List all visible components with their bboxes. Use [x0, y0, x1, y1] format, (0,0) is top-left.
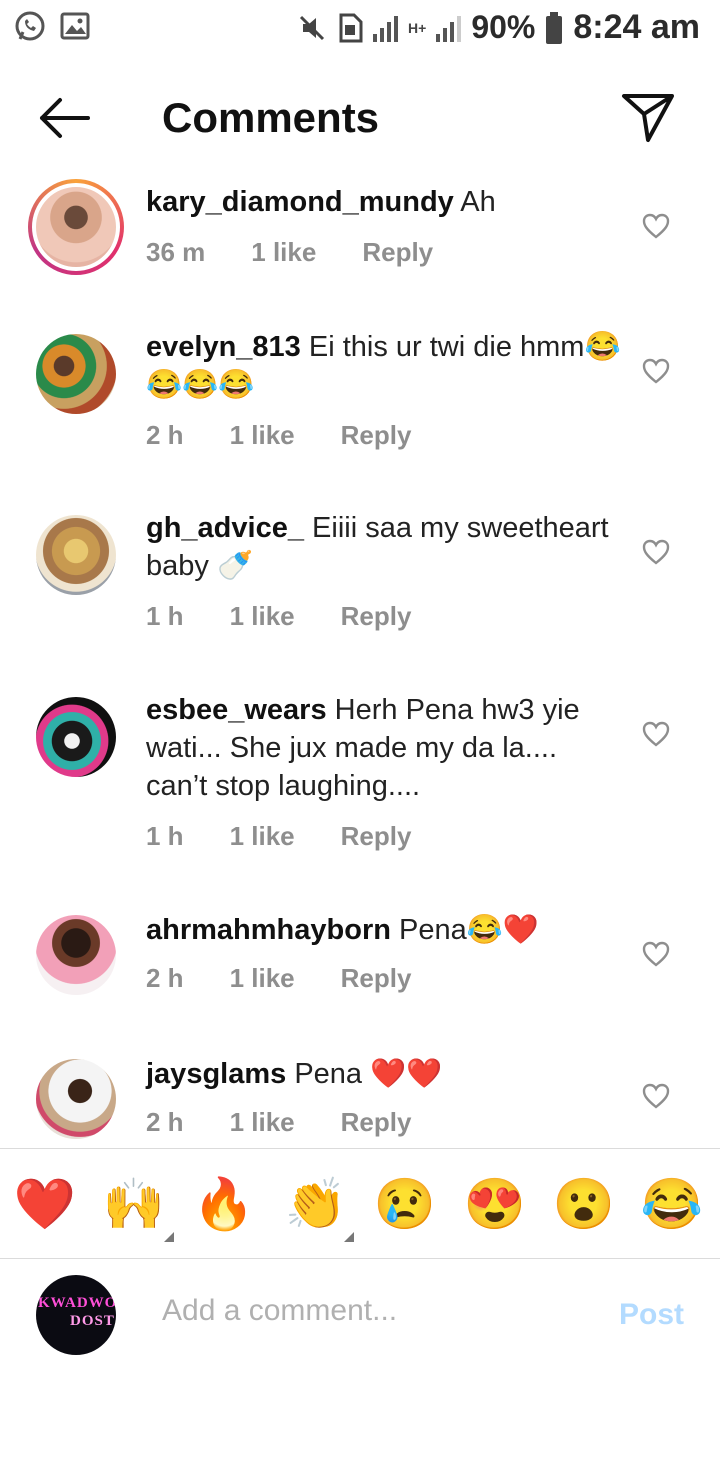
comment-meta: 2 h 1 like Reply — [146, 1107, 457, 1138]
comment-item: ahrmahmhayborn Pena😂❤️ 2 h 1 like Reply — [0, 903, 720, 1043]
signal-bars-icon — [373, 14, 399, 42]
heart-outline-icon[interactable] — [642, 1083, 670, 1109]
reply-button[interactable]: Reply — [341, 821, 412, 852]
battery-icon — [546, 11, 563, 44]
reply-button[interactable]: Reply — [341, 601, 412, 632]
comment-username[interactable]: ahrmahmhayborn — [146, 914, 391, 946]
emoji-fire[interactable]: 🔥 — [192, 1172, 256, 1236]
reply-button[interactable]: Reply — [341, 1107, 412, 1138]
avatar[interactable] — [36, 697, 116, 777]
comment-meta: 2 h 1 like Reply — [146, 963, 457, 994]
current-user-avatar: KWADWO DOST — [36, 1275, 116, 1355]
heart-outline-icon[interactable] — [642, 213, 670, 239]
comment-time: 2 h — [146, 1107, 184, 1137]
comment-text: Pena😂❤️ — [399, 914, 539, 946]
clock: 8:24 am — [573, 8, 700, 46]
emoji-tears-of-joy[interactable]: 😂 — [640, 1172, 704, 1236]
variant-indicator-icon — [164, 1232, 174, 1242]
back-arrow-icon[interactable] — [34, 90, 94, 146]
status-bar: H+ 90% 8:24 am — [0, 0, 720, 56]
comment-username[interactable]: evelyn_813 — [146, 331, 301, 363]
heart-outline-icon[interactable] — [642, 539, 670, 565]
comment-input[interactable] — [162, 1294, 582, 1328]
comment-likes[interactable]: 1 like — [230, 420, 295, 451]
comment-username[interactable]: jaysglams — [146, 1058, 286, 1090]
comment-username[interactable]: gh_advice_ — [146, 512, 304, 544]
divider — [0, 1258, 720, 1259]
emoji-surprised[interactable]: 😮 — [552, 1172, 616, 1236]
avatar-logo-text: DOST — [70, 1313, 115, 1329]
divider — [0, 1148, 720, 1149]
reply-button[interactable]: Reply — [341, 963, 412, 994]
comment-time: 36 m — [146, 237, 206, 267]
comment-likes[interactable]: 1 like — [251, 237, 316, 268]
comment-time: 2 h — [146, 963, 184, 993]
comment-username[interactable]: kary_diamond_mundy — [146, 186, 454, 218]
mute-icon — [299, 15, 325, 40]
comment-item: kary_diamond_mundy Ah 36 m 1 like Reply — [0, 175, 720, 315]
reply-button[interactable]: Reply — [341, 420, 412, 451]
gallery-icon — [60, 12, 90, 40]
comment-likes[interactable]: 1 like — [230, 963, 295, 994]
emoji-raised-hands[interactable]: 🙌 — [102, 1172, 166, 1236]
heart-outline-icon[interactable] — [642, 721, 670, 747]
comment-item: jaysglams Pena ❤️❤️ 2 h 1 like Reply — [0, 1047, 720, 1145]
header: Comments — [0, 70, 720, 170]
sim-icon — [339, 13, 363, 42]
reply-button[interactable]: Reply — [362, 237, 433, 268]
avatar[interactable] — [36, 515, 116, 595]
comment-meta: 36 m 1 like Reply — [146, 237, 479, 268]
network-type-label: H+ — [408, 19, 427, 36]
heart-outline-icon[interactable] — [642, 941, 670, 967]
post-button[interactable]: Post — [619, 1298, 684, 1332]
comment-meta: 1 h 1 like Reply — [146, 821, 457, 852]
avatar[interactable] — [36, 915, 116, 995]
comment-item: esbee_wears Herh Pena hw3 yie wati... Sh… — [0, 683, 720, 893]
comment-username[interactable]: esbee_wears — [146, 694, 327, 726]
battery-percent: 90% — [471, 9, 536, 45]
quick-emoji-bar: ❤️ 🙌 🔥 👏 😢 😍 😮 😂 — [0, 1150, 720, 1258]
comment-meta: 2 h 1 like Reply — [146, 420, 457, 451]
page-title: Comments — [162, 94, 380, 141]
avatar[interactable] — [36, 334, 116, 414]
variant-indicator-icon — [344, 1232, 354, 1242]
emoji-clap[interactable]: 👏 — [284, 1172, 348, 1236]
comment-item: gh_advice_ Eiiii saa my sweetheart baby … — [0, 501, 720, 681]
emoji-heart-eyes[interactable]: 😍 — [463, 1172, 527, 1236]
comment-composer: KWADWO DOST Post — [0, 1260, 720, 1370]
comment-text: Ah — [460, 186, 496, 218]
comment-time: 1 h — [146, 821, 184, 851]
avatar-logo-text: KWADWO — [38, 1295, 116, 1311]
comment-time: 2 h — [146, 420, 184, 450]
comment-list[interactable]: kary_diamond_mundy Ah 36 m 1 like Reply … — [0, 175, 720, 1145]
comment-text: Pena ❤️❤️ — [294, 1058, 443, 1090]
whatsapp-icon — [15, 11, 45, 41]
emoji-crying[interactable]: 😢 — [373, 1172, 437, 1236]
comment-likes[interactable]: 1 like — [230, 1107, 295, 1138]
comment-likes[interactable]: 1 like — [230, 601, 295, 632]
comment-item: evelyn_813 Ei this ur twi die hmm😂😂😂😂 2 … — [0, 320, 720, 500]
heart-outline-icon[interactable] — [642, 358, 670, 384]
avatar[interactable] — [28, 179, 124, 275]
comment-meta: 1 h 1 like Reply — [146, 601, 457, 632]
emoji-heart[interactable]: ❤️ — [13, 1172, 77, 1236]
signal-bars-icon-2 — [436, 14, 462, 42]
avatar[interactable] — [36, 1059, 116, 1139]
comment-likes[interactable]: 1 like — [230, 821, 295, 852]
paper-plane-icon[interactable] — [620, 92, 676, 144]
comment-time: 1 h — [146, 601, 184, 631]
